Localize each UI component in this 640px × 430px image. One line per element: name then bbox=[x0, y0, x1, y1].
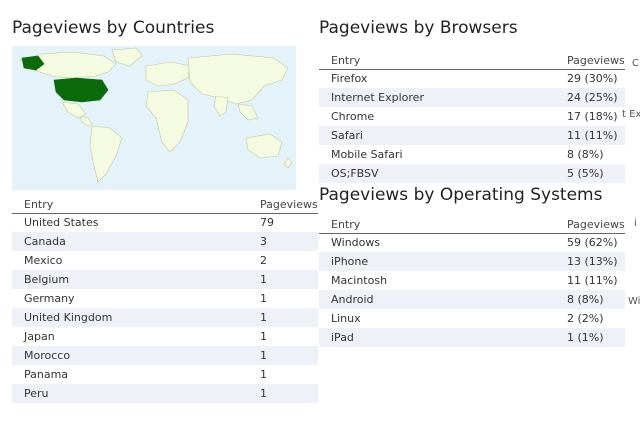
entry-cell: Mexico bbox=[12, 251, 248, 270]
value-cell: 2 (2%) bbox=[555, 309, 625, 328]
map-india bbox=[213, 95, 229, 117]
table-row: iPad 1 (1%) bbox=[319, 328, 625, 347]
value-cell: 1 (1%) bbox=[555, 328, 625, 347]
map-new-zealand bbox=[283, 157, 293, 169]
value-cell: 59 (62%) bbox=[555, 233, 625, 252]
value-cell: 79 bbox=[248, 213, 318, 232]
table-row: United Kingdom 1 bbox=[12, 308, 318, 327]
value-cell: 11 (11%) bbox=[555, 271, 625, 290]
countries-col-pageviews[interactable]: Pageviews bbox=[248, 194, 318, 214]
os-table: Entry Pageviews Windows 59 (62%) iPhone 13… bbox=[319, 214, 625, 347]
entry-cell: Internet Explorer bbox=[319, 88, 555, 107]
entry-cell: iPad bbox=[319, 328, 555, 347]
map-asia bbox=[187, 53, 289, 105]
entry-cell: Peru bbox=[12, 384, 248, 403]
map-united-states bbox=[53, 77, 109, 103]
entry-cell: Morocco bbox=[12, 346, 248, 365]
table-row: iPhone 13 (13%) bbox=[319, 252, 625, 271]
table-row: Germany 1 bbox=[12, 289, 318, 308]
table-row: United States 79 bbox=[12, 213, 318, 232]
clipped-neighbor-text: t Ex bbox=[622, 109, 640, 120]
table-row: Peru 1 bbox=[12, 384, 318, 403]
map-australia bbox=[245, 133, 283, 159]
table-row: Japan 1 bbox=[12, 327, 318, 346]
value-cell: 3 bbox=[248, 232, 318, 251]
table-row: Mexico 2 bbox=[12, 251, 318, 270]
value-cell: 1 bbox=[248, 384, 318, 403]
browsers-col-pageviews[interactable]: Pageviews bbox=[555, 50, 625, 70]
clipped-neighbor-text: C bbox=[632, 58, 639, 69]
table-row: Safari 11 (11%) bbox=[319, 126, 625, 145]
table-row: Panama 1 bbox=[12, 365, 318, 384]
entry-cell: Panama bbox=[12, 365, 248, 384]
browsers-title: Pageviews by Browsers bbox=[319, 18, 518, 38]
table-row: Canada 3 bbox=[12, 232, 318, 251]
entry-cell: Macintosh bbox=[319, 271, 555, 290]
entry-cell: Mobile Safari bbox=[319, 145, 555, 164]
map-southeast-asia bbox=[237, 103, 259, 121]
browsers-col-entry[interactable]: Entry bbox=[319, 50, 555, 70]
value-cell: 17 (18%) bbox=[555, 107, 625, 126]
value-cell: 2 bbox=[248, 251, 318, 270]
table-row: Linux 2 (2%) bbox=[319, 309, 625, 328]
value-cell: 1 bbox=[248, 308, 318, 327]
countries-col-entry[interactable]: Entry bbox=[12, 194, 248, 214]
table-row: OS;FBSV 5 (5%) bbox=[319, 164, 625, 183]
value-cell: 1 bbox=[248, 365, 318, 384]
entry-cell: iPhone bbox=[319, 252, 555, 271]
map-africa bbox=[145, 89, 189, 153]
browsers-table: Entry Pageviews Firefox 29 (30%) Internet… bbox=[319, 50, 625, 183]
value-cell: 13 (13%) bbox=[555, 252, 625, 271]
map-south-america bbox=[89, 125, 123, 183]
entry-cell: Germany bbox=[12, 289, 248, 308]
value-cell: 1 bbox=[248, 289, 318, 308]
value-cell: 1 bbox=[248, 327, 318, 346]
entry-cell: Belgium bbox=[12, 270, 248, 289]
clipped-neighbor-text: i bbox=[634, 218, 637, 229]
value-cell: 8 (8%) bbox=[555, 145, 625, 164]
table-row: Android 8 (8%) bbox=[319, 290, 625, 309]
value-cell: 1 bbox=[248, 346, 318, 365]
map-greenland bbox=[111, 47, 143, 67]
table-row: Mobile Safari 8 (8%) bbox=[319, 145, 625, 164]
entry-cell: United Kingdom bbox=[12, 308, 248, 327]
entry-cell: Japan bbox=[12, 327, 248, 346]
map-central-america bbox=[79, 115, 93, 127]
value-cell: 11 (11%) bbox=[555, 126, 625, 145]
value-cell: 29 (30%) bbox=[555, 69, 625, 88]
entry-cell: Linux bbox=[319, 309, 555, 328]
entry-cell: Chrome bbox=[319, 107, 555, 126]
value-cell: 1 bbox=[248, 270, 318, 289]
table-row: Internet Explorer 24 (25%) bbox=[319, 88, 625, 107]
clipped-neighbor-text: Wi bbox=[628, 296, 640, 307]
entry-cell: Windows bbox=[319, 233, 555, 252]
countries-table: Entry Pageviews United States 79 Canada 3 … bbox=[12, 194, 318, 403]
countries-title: Pageviews by Countries bbox=[12, 18, 215, 38]
world-map[interactable] bbox=[12, 46, 296, 190]
os-col-pageviews[interactable]: Pageviews bbox=[555, 214, 625, 234]
value-cell: 8 (8%) bbox=[555, 290, 625, 309]
table-row: Macintosh 11 (11%) bbox=[319, 271, 625, 290]
os-title: Pageviews by Operating Systems bbox=[319, 185, 603, 205]
value-cell: 5 (5%) bbox=[555, 164, 625, 183]
entry-cell: OS;FBSV bbox=[319, 164, 555, 183]
value-cell: 24 (25%) bbox=[555, 88, 625, 107]
entry-cell: Canada bbox=[12, 232, 248, 251]
os-col-entry[interactable]: Entry bbox=[319, 214, 555, 234]
map-europe bbox=[145, 61, 191, 87]
table-row: Chrome 17 (18%) bbox=[319, 107, 625, 126]
table-row: Firefox 29 (30%) bbox=[319, 69, 625, 88]
entry-cell: Firefox bbox=[319, 69, 555, 88]
entry-cell: Safari bbox=[319, 126, 555, 145]
table-row: Belgium 1 bbox=[12, 270, 318, 289]
table-row: Windows 59 (62%) bbox=[319, 233, 625, 252]
entry-cell: Android bbox=[319, 290, 555, 309]
table-row: Morocco 1 bbox=[12, 346, 318, 365]
map-mexico bbox=[61, 101, 87, 119]
entry-cell: United States bbox=[12, 213, 248, 232]
